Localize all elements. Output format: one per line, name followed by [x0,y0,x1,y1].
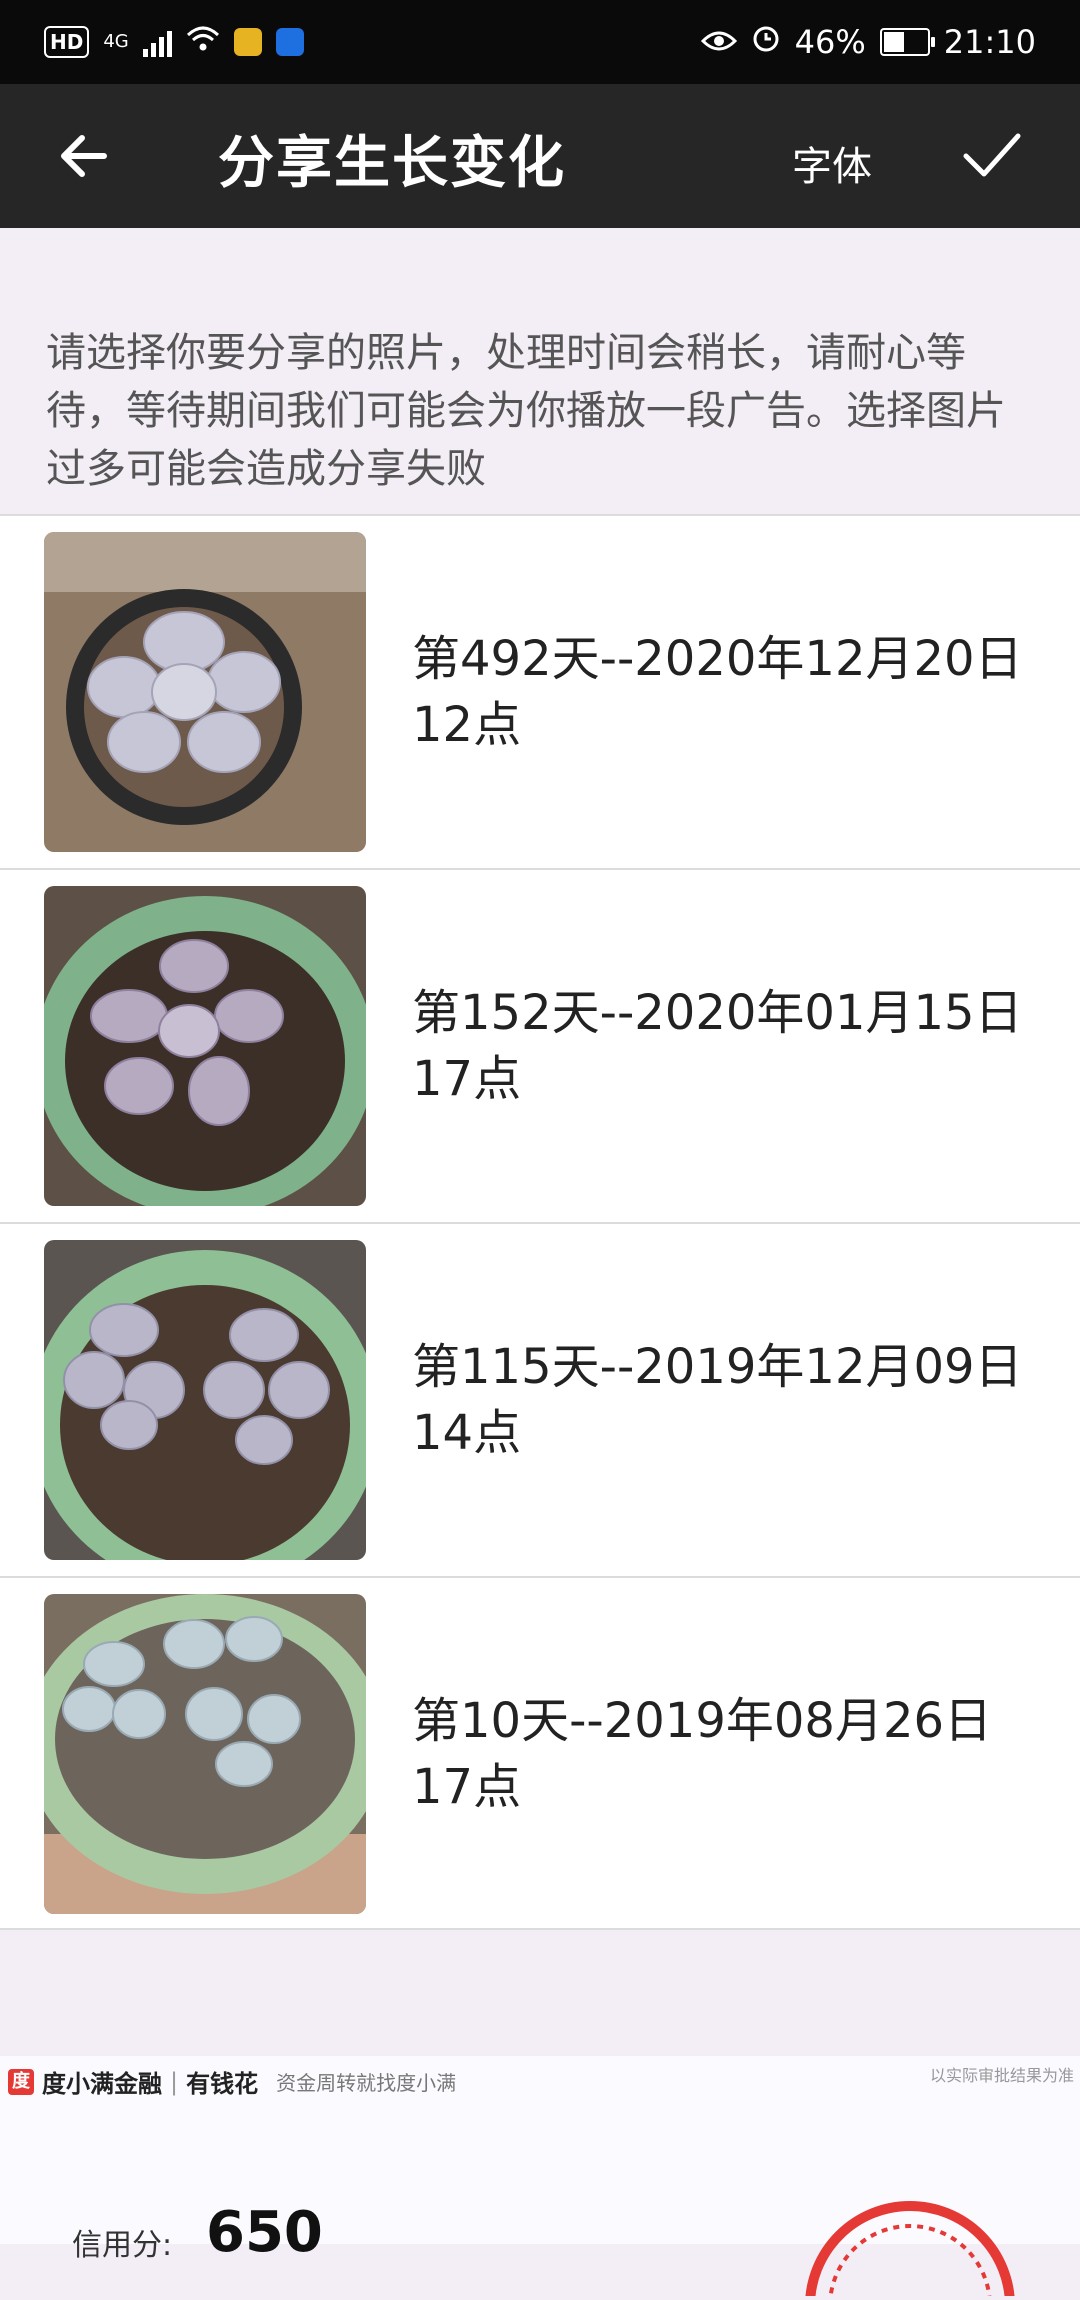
credit-score-value: 650 [206,2200,323,2265]
eye-icon [700,23,737,61]
plant-photo [44,886,366,1206]
ad-logo-icon: 度 [8,2068,34,2095]
plant-photo [44,1594,366,1914]
ad-header: 度 度小满金融 | 有钱花 资金周转就找度小满 [8,2064,456,2099]
clock: 21:10 [943,23,1036,61]
status-right: 46% 21:10 [700,23,1036,61]
battery-percent: 46% [794,23,866,61]
ad-brand: 度小满金融 [42,2070,162,2098]
status-left: HD 4G [44,23,304,61]
wifi-icon [186,23,220,61]
ad-separator: | [170,2067,179,2096]
entry-caption: 第152天--2020年01月15日17点 [412,985,1023,1107]
stamp-icon [790,2176,1040,2300]
ad-product: 有钱花 [186,2070,259,2098]
list-item[interactable]: 第492天--2020年12月20日12点 [0,514,1080,868]
shield-icon [275,28,304,56]
alarm-icon [751,23,781,61]
plant-photo [44,1240,366,1560]
instruction-text: 请选择你要分享的照片，处理时间会稍长，请耐心等待，等待期间我们可能会为你播放一段… [0,228,1080,514]
list-item[interactable]: 第152天--2020年01月15日17点 [0,868,1080,1222]
confirm-check-icon[interactable] [962,130,1022,180]
status-bar: HD 4G 46% 21:10 [0,0,1080,84]
ad-disclaimer: 以实际审批结果为准 [929,2066,1074,2085]
entry-caption: 第10天--2019年08月26日17点 [412,1693,993,1815]
back-arrow-icon[interactable] [54,126,114,186]
app-notification-icon [233,28,262,56]
list-item[interactable]: 第10天--2019年08月26日17点 [0,1576,1080,1930]
signal-icon [142,27,172,57]
credit-score-label: 信用分: [72,2228,173,2263]
battery-icon [879,28,935,56]
page-title: 分享生长变化 [218,131,566,196]
advertisement-banner[interactable]: 度 度小满金融 | 有钱花 资金周转就找度小满 以实际审批结果为准 信用分: 6… [0,2056,1080,2300]
app-bar: 分享生长变化 字体 [0,84,1080,228]
hd-badge: HD [44,26,90,58]
font-button[interactable]: 字体 [792,134,872,192]
plant-photo [44,532,366,852]
list-item[interactable]: 第115天--2019年12月09日14点 [0,1222,1080,1576]
entry-caption: 第115天--2019年12月09日14点 [412,1339,1023,1461]
photo-list: 第492天--2020年12月20日12点 第152天--2020年01月15日… [0,514,1080,1930]
entry-caption: 第492天--2020年12月20日12点 [412,631,1023,753]
network-type: 4G [103,31,129,52]
ad-tagline: 资金周转就找度小满 [276,2071,457,2095]
